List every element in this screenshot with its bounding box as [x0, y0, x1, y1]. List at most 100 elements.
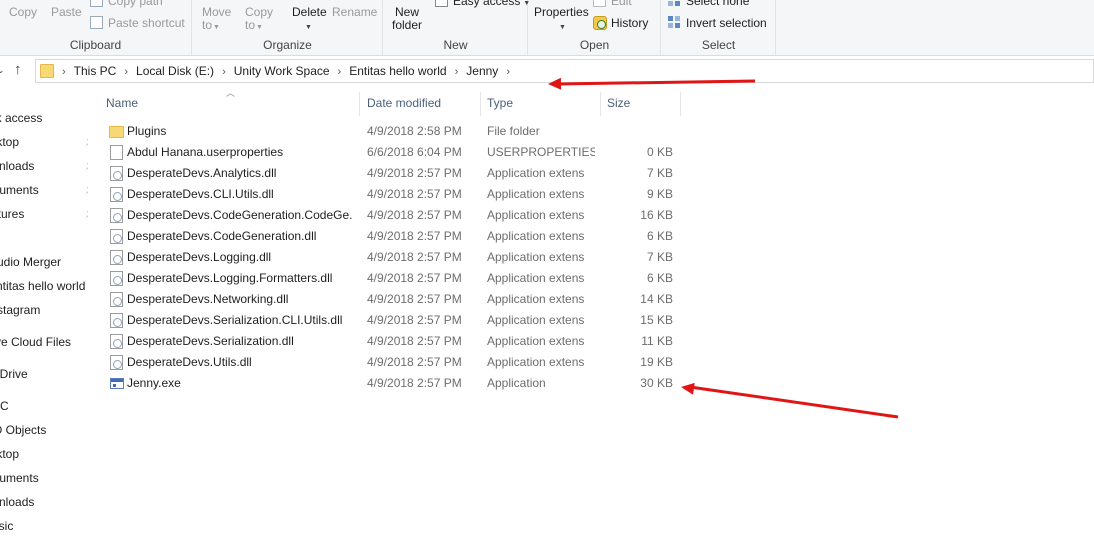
nav-item-entitas-hello-world[interactable]: Entitas hello world: [0, 279, 88, 293]
column-header-date-modified[interactable]: Date modified: [367, 86, 479, 116]
select-group: Select none Invert selection Select: [662, 0, 776, 55]
nav-item-downloads-pc[interactable]: Downloads: [0, 495, 77, 509]
column-divider[interactable]: [680, 92, 681, 116]
move-to-label-2: to: [202, 18, 213, 32]
history-label: History: [611, 16, 649, 30]
table-row[interactable]: DesperateDevs.CodeGeneration.dll 4/9/2018…: [106, 226, 681, 247]
column-divider[interactable]: [359, 92, 360, 116]
file-date-modified: 4/9/2018 2:57 PM: [367, 166, 462, 180]
paste-shortcut-button[interactable]: Paste shortcut: [90, 16, 185, 30]
file-date-modified: 4/9/2018 2:57 PM: [367, 355, 462, 369]
table-row[interactable]: DesperateDevs.CLI.Utils.dll 4/9/2018 2:57…: [106, 184, 681, 205]
recent-locations-chevron-icon[interactable]: ⌄: [0, 65, 5, 76]
clipboard-group: Copy Paste Copy path Paste shortcut Clip…: [0, 0, 192, 55]
pin-icon: 📌: [85, 184, 88, 195]
file-size: 6 KB: [646, 271, 673, 285]
column-divider[interactable]: [480, 92, 481, 116]
nav-item-quick-access[interactable]: Quick access: [0, 111, 73, 125]
nav-item-3d-objects[interactable]: 3D Objects: [0, 423, 88, 437]
breadcrumb-local-disk[interactable]: Local Disk (E:): [136, 64, 214, 78]
file-type: Application extens: [487, 292, 585, 306]
easy-access-button[interactable]: Easy access ▼: [435, 0, 530, 10]
nav-item-this-pc[interactable]: This PC: [0, 399, 68, 413]
breadcrumb-unity-work-space[interactable]: Unity Work Space: [234, 64, 330, 78]
nav-item-desktop[interactable]: Desktop: [0, 135, 77, 149]
file-type: Application extens: [487, 229, 585, 243]
properties-button[interactable]: Properties ▼: [534, 6, 589, 34]
nav-item-documents-pc[interactable]: Documents: [0, 471, 80, 485]
nav-item-creative-cloud-files[interactable]: Creative Cloud Files: [0, 335, 71, 349]
file-list: ︿ Name Date modified Type Size Plugins 4/…: [100, 86, 1094, 537]
organize-group: Move to▼ Copy to▼ Delete ▼ Rename Organi…: [193, 0, 383, 55]
nav-item-audio-merger[interactable]: Audio Merger: [0, 255, 88, 269]
move-to-button[interactable]: Move to▼: [202, 6, 231, 34]
column-divider[interactable]: [600, 92, 601, 116]
breadcrumb-this-pc[interactable]: This PC: [74, 64, 117, 78]
invert-selection-button[interactable]: Invert selection: [668, 16, 767, 30]
table-row[interactable]: DesperateDevs.Serialization.CLI.Utils.dl…: [106, 310, 681, 331]
table-row[interactable]: DesperateDevs.Logging.dll 4/9/2018 2:57 P…: [106, 247, 681, 268]
file-name: DesperateDevs.Utils.dll: [127, 355, 252, 369]
nav-item-instagram[interactable]: Instagram: [0, 303, 88, 317]
nav-item-desktop-pc[interactable]: Desktop: [0, 447, 77, 461]
table-row[interactable]: Jenny.exe 4/9/2018 2:57 PM Application 30 K…: [106, 373, 681, 394]
file-type: USERPROPERTIES ...: [487, 145, 595, 159]
table-row[interactable]: DesperateDevs.CodeGeneration.CodeGe... 4/…: [106, 205, 681, 226]
copy-to-button[interactable]: Copy to▼: [245, 6, 273, 34]
history-icon: [593, 16, 607, 30]
folder-icon: [109, 126, 124, 138]
up-arrow-icon[interactable]: ↑: [14, 61, 22, 78]
dll-icon: [110, 229, 123, 244]
table-row[interactable]: DesperateDevs.Networking.dll 4/9/2018 2:5…: [106, 289, 681, 310]
select-none-button[interactable]: Select none: [668, 0, 749, 8]
chevron-down-icon: ▼: [559, 24, 566, 31]
breadcrumb-separator-icon[interactable]: ›: [62, 66, 66, 78]
file-name: DesperateDevs.CodeGeneration.dll: [127, 229, 317, 243]
nav-item-downloads[interactable]: Downloads: [0, 159, 77, 173]
copy-button[interactable]: Copy: [9, 6, 37, 19]
organize-group-label: Organize: [263, 38, 312, 52]
column-header-type[interactable]: Type: [487, 86, 599, 116]
paste-shortcut-icon: [90, 16, 103, 29]
table-row[interactable]: DesperateDevs.Serialization.dll 4/9/2018 …: [106, 331, 681, 352]
table-row[interactable]: Abdul Hanana.userproperties 6/6/2018 6:04…: [106, 142, 681, 163]
breadcrumb-jenny[interactable]: Jenny: [466, 64, 498, 78]
copy-path-button[interactable]: Copy path: [90, 0, 163, 8]
breadcrumb-separator-icon[interactable]: ›: [455, 66, 459, 78]
nav-item-documents[interactable]: Documents: [0, 183, 80, 197]
file-type: Application extens: [487, 355, 585, 369]
table-row[interactable]: Plugins 4/9/2018 2:58 PM File folder: [106, 121, 681, 142]
open-group: Properties ▼ Edit History Open: [529, 0, 661, 55]
file-size: 19 KB: [640, 355, 673, 369]
dll-icon: [110, 313, 123, 328]
nav-item-onedrive[interactable]: OneDrive: [0, 367, 79, 381]
delete-button[interactable]: Delete ▼: [292, 6, 327, 34]
new-folder-button[interactable]: New folder: [392, 6, 422, 32]
dll-icon: [110, 334, 123, 349]
copy-path-icon: [90, 0, 103, 7]
table-row[interactable]: DesperateDevs.Analytics.dll 4/9/2018 2:57…: [106, 163, 681, 184]
nav-item-music[interactable]: Music: [0, 519, 84, 533]
breadcrumb-separator-icon[interactable]: ›: [338, 66, 342, 78]
breadcrumb-separator-icon[interactable]: ›: [124, 66, 128, 78]
column-header-size[interactable]: Size: [607, 86, 681, 116]
column-header-name[interactable]: Name: [106, 86, 360, 116]
address-bar[interactable]: › This PC › Local Disk (E:) › Unity Work Spac…: [35, 59, 1094, 83]
history-button[interactable]: History: [593, 16, 648, 30]
file-type: File folder: [487, 124, 540, 138]
file-size: 14 KB: [640, 292, 673, 306]
paste-button[interactable]: Paste: [51, 6, 82, 19]
rename-button[interactable]: Rename: [332, 6, 377, 19]
file-date-modified: 6/6/2018 6:04 PM: [367, 145, 462, 159]
file-date-modified: 4/9/2018 2:57 PM: [367, 292, 462, 306]
breadcrumb-separator-icon[interactable]: ›: [222, 66, 226, 78]
table-row[interactable]: DesperateDevs.Utils.dll 4/9/2018 2:57 PM A…: [106, 352, 681, 373]
breadcrumb-entitas-hello-world[interactable]: Entitas hello world: [349, 64, 446, 78]
properties-label: Properties: [534, 5, 589, 19]
dll-icon: [110, 292, 123, 307]
chevron-down-icon: ▼: [305, 24, 312, 31]
table-row[interactable]: DesperateDevs.Logging.Formatters.dll 4/9/…: [106, 268, 681, 289]
breadcrumb-separator-icon[interactable]: ›: [506, 66, 510, 78]
edit-button[interactable]: Edit: [593, 0, 632, 8]
nav-item-pictures[interactable]: Pictures: [0, 207, 83, 221]
